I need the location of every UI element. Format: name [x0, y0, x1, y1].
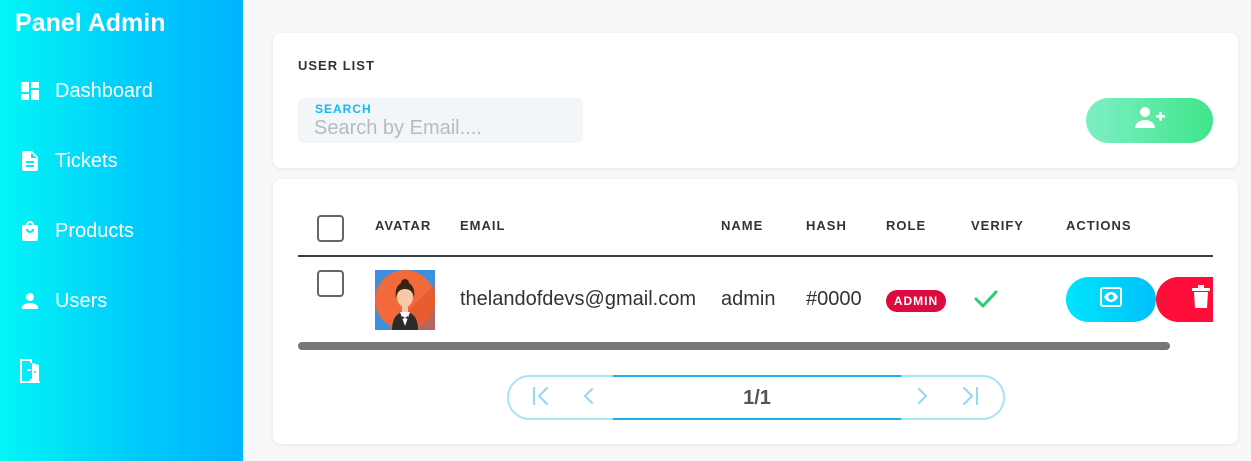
horizontal-scrollbar[interactable] [298, 342, 1170, 350]
sidebar-item-products[interactable]: Products [18, 211, 228, 251]
last-page-icon [959, 385, 981, 412]
logout-door-icon [18, 359, 42, 383]
chevron-right-icon [911, 385, 933, 412]
sidebar-item-label: Dashboard [55, 79, 153, 102]
sidebar-item-users[interactable]: Users [18, 281, 228, 321]
shopping-bag-icon [18, 219, 42, 243]
next-page-button[interactable] [910, 386, 934, 410]
sidebar: Panel Admin Dashboard Tickets Products U… [0, 0, 243, 461]
document-icon [18, 149, 42, 173]
first-page-button[interactable] [529, 386, 553, 410]
search-input[interactable] [314, 116, 569, 140]
add-user-button[interactable] [1086, 98, 1213, 143]
sidebar-item-logout[interactable] [18, 351, 228, 391]
pagination: 1/1 [507, 375, 1005, 420]
search-box: SEARCH [298, 98, 583, 143]
brand-title: Panel Admin [15, 9, 166, 37]
user-icon [18, 289, 42, 313]
add-user-icon [1134, 106, 1166, 135]
sidebar-item-dashboard[interactable]: Dashboard [18, 71, 228, 111]
search-label: SEARCH [315, 102, 372, 116]
previous-page-button[interactable] [577, 386, 601, 410]
chevron-left-icon [578, 385, 600, 412]
sidebar-item-label: Users [55, 289, 108, 312]
dashboard-icon [18, 79, 42, 103]
trash-icon [1191, 285, 1211, 314]
user-list-card: USER LIST SEARCH [273, 33, 1238, 168]
page-text: 1/1 [743, 387, 771, 409]
last-page-button[interactable] [958, 386, 982, 410]
sidebar-item-label: Tickets [55, 149, 118, 172]
view-button[interactable] [1066, 277, 1156, 322]
section-title: USER LIST [298, 58, 375, 73]
sidebar-item-tickets[interactable]: Tickets [18, 141, 228, 181]
sidebar-item-label: Products [55, 219, 134, 242]
eye-icon [1099, 285, 1123, 314]
user-table-card: AVATAR EMAIL NAME HASH ROLE VERIFY ACTIO… [273, 179, 1238, 444]
page-indicator: 1/1 [613, 375, 901, 420]
delete-button[interactable] [1156, 277, 1213, 322]
first-page-icon [530, 385, 552, 412]
